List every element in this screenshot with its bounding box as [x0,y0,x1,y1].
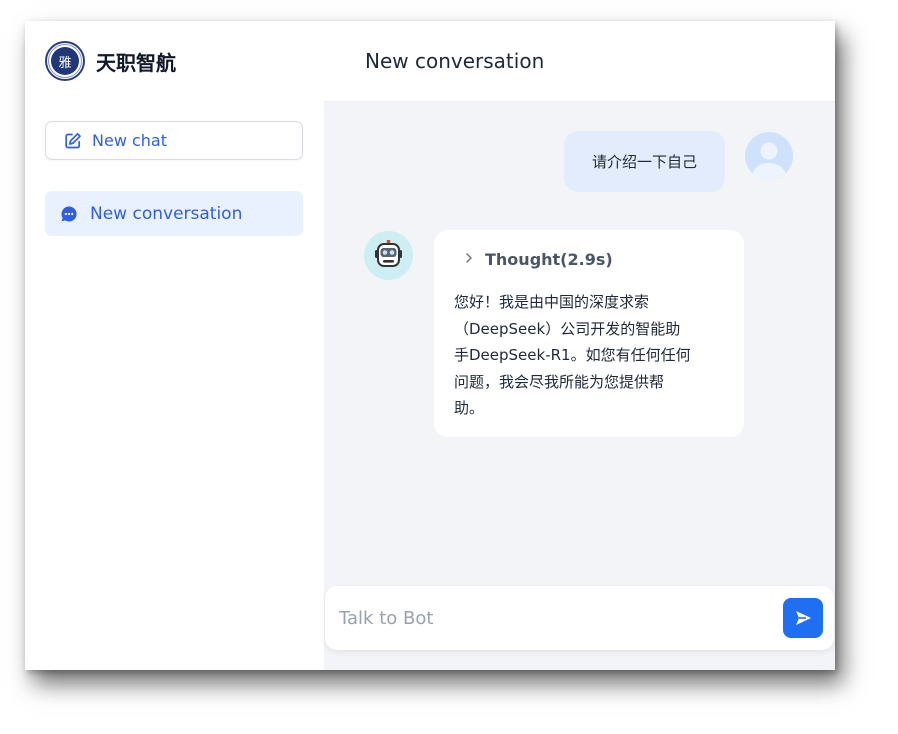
user-avatar-icon [745,132,793,180]
message-input[interactable] [339,596,769,640]
page-title: New conversation [365,49,545,73]
answer-line: 问题，我会尽我所能为您提供帮 [454,372,665,391]
send-button[interactable] [783,598,823,638]
answer-line: （DeepSeek）公司开发的智能助 [454,319,681,338]
answer-line: 您好！我是由中国的深度求索 [454,293,650,311]
conversation-label: New conversation [90,203,243,224]
user-message-text: 请介绍一下自己 [591,153,697,171]
user-message: 请介绍一下自己 [564,131,725,192]
thought-label: Thought(2.9s) [485,250,613,269]
chat-main: New conversation 请介绍一下自己 Thought(2.9s) 您… [324,21,835,670]
brand-name: 天职智航 [96,50,176,75]
chat-bubble-icon [60,205,78,223]
new-chat-button[interactable]: New chat [45,121,303,160]
new-chat-label: New chat [92,131,167,150]
chat-header: New conversation [324,21,835,102]
bot-message: Thought(2.9s) 您好！我是由中国的深度求索 （DeepSeek）公司… [434,230,744,437]
brand: 雅 天职智航 [45,41,176,81]
composer [325,586,834,650]
sidebar-item-conversation[interactable]: New conversation [45,191,303,236]
send-icon [793,608,813,628]
university-seal-icon: 雅 [45,41,85,81]
edit-icon [64,132,82,150]
answer-line: 助。 [454,399,485,417]
chevron-right-icon [465,252,473,267]
bot-message-text: 您好！我是由中国的深度求索 （DeepSeek）公司开发的智能助 手DeepSe… [454,289,729,422]
app-window: 雅 天职智航 New chat New conversation New con… [25,21,835,670]
robot-avatar-icon [364,231,413,280]
thought-toggle[interactable]: Thought(2.9s) [465,250,724,269]
sidebar: 雅 天职智航 New chat New conversation [25,21,325,670]
answer-line: 手DeepSeek-R1。如您有任何任何 [454,346,691,364]
logo-mark: 雅 [51,47,79,75]
